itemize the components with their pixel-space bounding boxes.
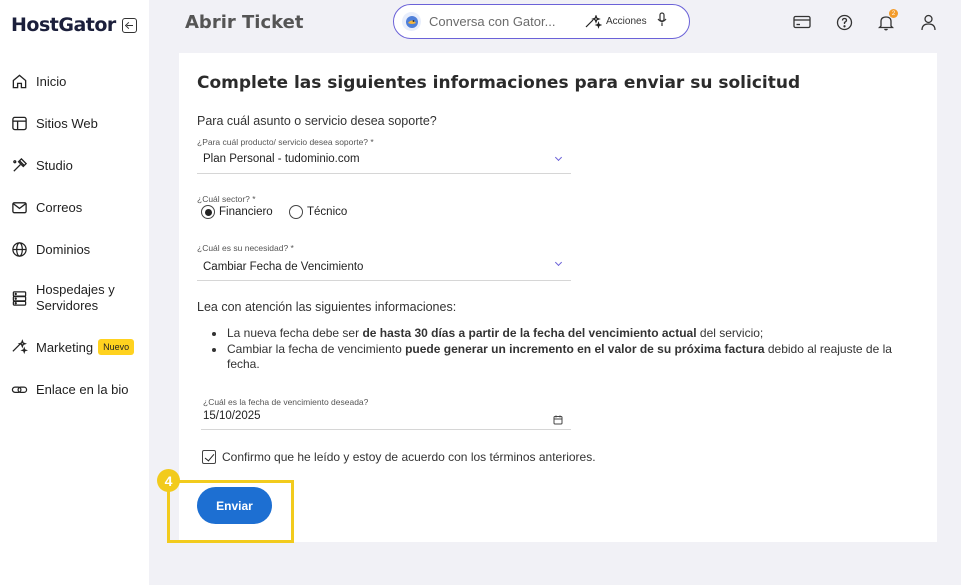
globe-icon xyxy=(10,240,28,258)
sidebar-item-sitios-web[interactable]: Sitios Web xyxy=(10,114,98,132)
chevron-down-icon xyxy=(554,153,563,162)
sidebar-item-correos[interactable]: Correos xyxy=(10,198,82,216)
notice-list: La nueva fecha debe ser de hasta 30 días… xyxy=(209,326,921,373)
notice-heading: Lea con atención las siguientes informac… xyxy=(197,300,457,314)
need-select[interactable]: ¿Cuál es su necesidad? * Cambiar Fecha d… xyxy=(197,243,571,281)
notice-text: Cambiar la fecha de vencimiento xyxy=(227,342,406,356)
sidebar-item-dominios[interactable]: Dominios xyxy=(10,240,90,258)
sidebar-item-label: Sitios Web xyxy=(36,115,98,131)
radio-checked-icon xyxy=(201,205,215,219)
new-badge: Nuevo xyxy=(98,339,135,355)
notice-text: del servicio; xyxy=(696,326,764,340)
product-select[interactable]: ¿Para cuál producto/ servicio desea sopo… xyxy=(197,137,571,174)
page-title: Abrir Ticket xyxy=(185,12,304,33)
product-select-value: Plan Personal - tudominio.com xyxy=(203,153,360,165)
notice-item: La nueva fecha debe ser de hasta 30 días… xyxy=(209,326,921,341)
sidebar-item-enlace-bio[interactable]: Enlace en la bio xyxy=(10,380,129,398)
sidebar-item-label: Hospedajes y Servidores xyxy=(36,282,115,314)
logo-row: HostGator xyxy=(11,14,137,36)
server-icon xyxy=(10,289,28,307)
sparkle-icon xyxy=(585,14,602,29)
tutorial-step-badge: 4 xyxy=(157,469,180,492)
sidebar-item-label: Inicio xyxy=(36,73,67,89)
gator-avatar-icon xyxy=(402,12,421,31)
product-select-label: ¿Para cuál producto/ servicio desea sopo… xyxy=(197,137,374,147)
top-header: Abrir Ticket Conversa con Gator... Accio… xyxy=(149,0,961,46)
radio-label: Financiero xyxy=(219,206,273,218)
link-icon xyxy=(10,380,28,398)
user-profile-icon[interactable] xyxy=(918,12,938,32)
sector-radio-financiero[interactable]: Financiero xyxy=(201,205,273,219)
notice-text: La nueva fecha debe ser xyxy=(227,326,363,340)
help-icon[interactable] xyxy=(834,12,854,32)
actions-label: Acciones xyxy=(606,16,647,27)
mail-icon xyxy=(10,198,28,216)
notifications-bell-icon[interactable]: 2 xyxy=(876,9,898,32)
sparkle-icon xyxy=(10,338,28,356)
search-input[interactable]: Conversa con Gator... xyxy=(429,14,579,29)
notification-count-badge: 2 xyxy=(889,9,898,18)
support-question: Para cuál asunto o servicio desea soport… xyxy=(197,114,437,128)
microphone-icon[interactable] xyxy=(657,11,667,32)
sidebar-item-label: Dominios xyxy=(36,241,91,257)
due-date-input[interactable]: 15/10/2025 xyxy=(203,410,261,422)
ticket-form-card: Complete las siguientes informaciones pa… xyxy=(179,53,937,542)
sidebar-item-inicio[interactable]: Inicio xyxy=(10,72,66,90)
terms-label: Confirmo que he leído y estoy de acuerdo… xyxy=(222,450,596,464)
layout-icon xyxy=(10,114,28,132)
sidebar-item-label: Enlace en la bio xyxy=(36,381,129,397)
notice-bold: puede generar un incremento en el valor … xyxy=(405,342,765,356)
sidebar-item-label: Studio xyxy=(36,157,73,173)
billing-card-icon[interactable] xyxy=(792,12,812,32)
chevron-down-icon xyxy=(554,258,563,267)
due-date-label: ¿Cuál es la fecha de vencimiento deseada… xyxy=(203,397,369,407)
need-select-value: Cambiar Fecha de Vencimiento xyxy=(203,261,364,273)
radio-unchecked-icon xyxy=(289,205,303,219)
sector-label: ¿Cuál sector? * xyxy=(197,194,256,204)
sidebar: HostGator Inicio Sitios Web Studio Corre… xyxy=(0,0,149,585)
sidebar-item-marketing[interactable]: Marketing Nuevo xyxy=(10,338,135,356)
sidebar-item-label: Correos xyxy=(36,199,83,215)
submit-button[interactable]: Enviar xyxy=(197,487,272,524)
need-select-label: ¿Cuál es su necesidad? * xyxy=(197,243,294,253)
gator-search-bar[interactable]: Conversa con Gator... Acciones xyxy=(393,4,690,39)
sidebar-item-hospedajes[interactable]: Hospedajes y Servidores xyxy=(10,282,115,314)
sidebar-item-label-line1: Hospedajes y xyxy=(36,282,115,297)
sidebar-item-label: Marketing xyxy=(36,339,94,355)
sector-radio-tecnico[interactable]: Técnico xyxy=(289,205,347,219)
collapse-sidebar-icon[interactable] xyxy=(121,17,137,33)
form-title: Complete las siguientes informaciones pa… xyxy=(197,73,801,93)
radio-label: Técnico xyxy=(307,206,348,218)
home-icon xyxy=(10,72,28,90)
sidebar-item-label-line2: Servidores xyxy=(36,298,99,313)
sidebar-item-studio[interactable]: Studio xyxy=(10,156,73,174)
checkbox-checked-icon xyxy=(202,450,216,464)
terms-checkbox[interactable]: Confirmo que he leído y estoy de acuerdo… xyxy=(202,450,596,464)
notice-bold: de hasta 30 días a partir de la fecha de… xyxy=(362,326,697,340)
actions-button[interactable]: Acciones xyxy=(585,14,647,29)
studio-icon xyxy=(10,156,28,174)
due-date-field[interactable]: ¿Cuál es la fecha de vencimiento deseada… xyxy=(201,396,571,430)
calendar-icon[interactable] xyxy=(553,412,563,430)
hostgator-logo[interactable]: HostGator xyxy=(11,14,116,36)
notice-item: Cambiar la fecha de vencimiento puede ge… xyxy=(209,342,921,372)
